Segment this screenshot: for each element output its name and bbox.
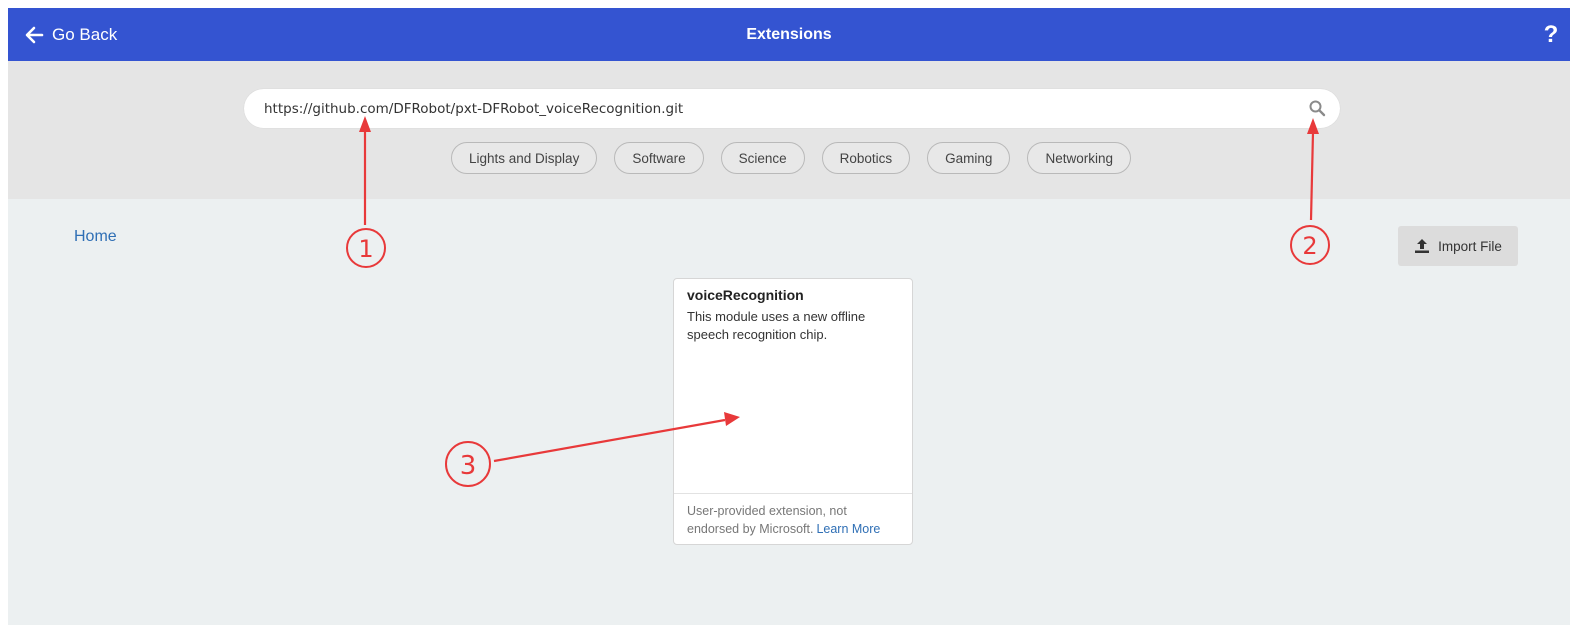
import-file-label: Import File	[1438, 238, 1502, 254]
go-back-button[interactable]: Go Back	[24, 8, 117, 61]
category-chip-gaming[interactable]: Gaming	[927, 142, 1011, 174]
extension-card[interactable]: voiceRecognition This module uses a new …	[673, 278, 913, 545]
extension-card-footer: User-provided extension, not endorsed by…	[674, 493, 912, 544]
extension-card-title: voiceRecognition	[687, 287, 804, 303]
search-input[interactable]	[264, 89, 1294, 128]
upload-icon	[1415, 239, 1430, 253]
breadcrumb-home-link[interactable]: Home	[74, 228, 117, 246]
category-chip-networking[interactable]: Networking	[1027, 142, 1131, 174]
extensions-dialog: Go Back Extensions ? Lights and Display …	[8, 8, 1570, 625]
category-chip-lights-and-display[interactable]: Lights and Display	[451, 142, 598, 174]
help-button[interactable]: ?	[1536, 8, 1566, 61]
header-bar: Go Back Extensions ?	[8, 8, 1570, 61]
category-chip-science[interactable]: Science	[720, 142, 805, 174]
category-chip-software[interactable]: Software	[614, 142, 704, 174]
search-field	[244, 89, 1340, 128]
import-file-button[interactable]: Import File	[1398, 226, 1518, 266]
learn-more-link[interactable]: Learn More	[816, 522, 880, 536]
extension-card-description: This module uses a new offline speech re…	[687, 309, 866, 342]
arrow-left-icon	[25, 26, 44, 43]
search-icon[interactable]	[1308, 99, 1326, 117]
go-back-label: Go Back	[52, 24, 118, 44]
category-chips: Lights and Display Software Science Robo…	[8, 142, 1570, 174]
search-area: Lights and Display Software Science Robo…	[8, 61, 1570, 199]
page-title: Extensions	[746, 26, 832, 43]
category-chip-robotics[interactable]: Robotics	[821, 142, 911, 174]
help-icon: ?	[1543, 20, 1559, 48]
